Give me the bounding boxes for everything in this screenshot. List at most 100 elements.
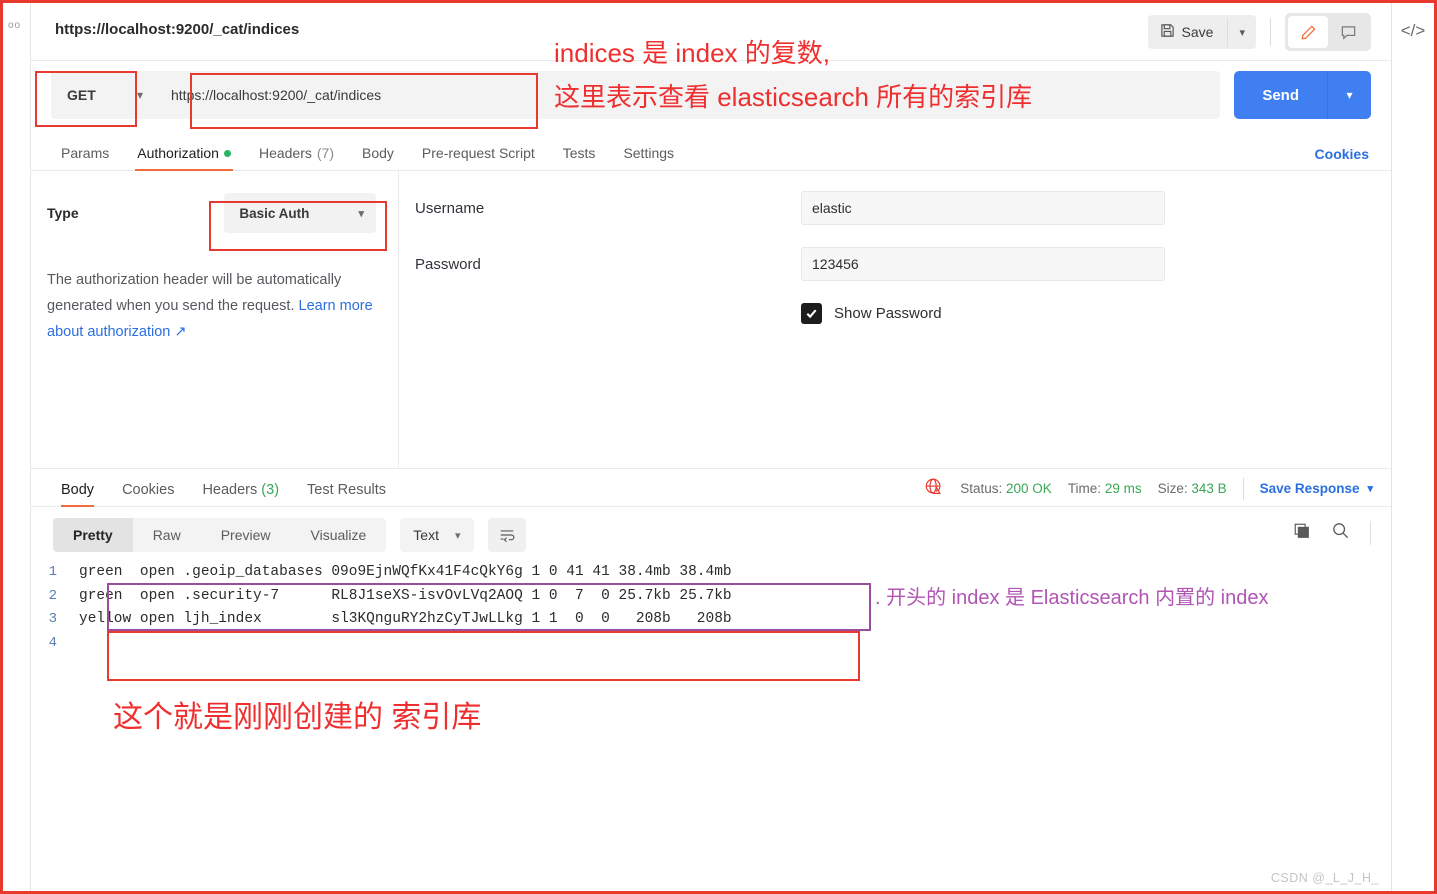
postman-window: oo </> https://localhost:9200/_cat/indic… bbox=[0, 0, 1437, 894]
annotation-indices-plural-line1: indices 是 index 的复数, bbox=[554, 38, 830, 68]
search-icon[interactable] bbox=[1331, 521, 1350, 545]
tab-label: Tests bbox=[562, 145, 596, 161]
size-label: Size: bbox=[1157, 481, 1188, 496]
tab-label: Settings bbox=[623, 145, 675, 161]
response-tools bbox=[1293, 521, 1371, 545]
save-group: Save ▾ bbox=[1147, 15, 1256, 49]
username-row: Username bbox=[415, 191, 1363, 225]
external-link-arrow-icon: ↗ bbox=[170, 324, 187, 340]
auth-credentials-column: Username Password Show Password bbox=[399, 171, 1391, 468]
chevron-down-icon: ▾ bbox=[136, 88, 143, 102]
response-tab-body[interactable]: Body bbox=[53, 482, 108, 507]
save-response-label: Save Response bbox=[1259, 481, 1360, 496]
auth-type-column: Type Basic Auth ▾ The authorization head… bbox=[31, 171, 399, 468]
chevron-down-icon: ▾ bbox=[454, 529, 461, 542]
tab-params[interactable]: Params bbox=[47, 145, 123, 170]
tab-settings[interactable]: Settings bbox=[609, 145, 688, 170]
auth-type-select[interactable]: Basic Auth ▾ bbox=[224, 193, 376, 233]
save-response-button[interactable]: Save Response ▾ bbox=[1260, 481, 1373, 496]
tab-headers[interactable]: Headers (7) bbox=[245, 145, 348, 170]
tools-divider bbox=[1370, 521, 1371, 545]
floppy-disk-icon bbox=[1160, 23, 1175, 41]
save-label: Save bbox=[1181, 24, 1214, 40]
auth-type-value: Basic Auth bbox=[239, 205, 310, 221]
save-dropdown-chevron-down-icon[interactable]: ▾ bbox=[1227, 17, 1256, 47]
response-view-toolbar: Pretty Raw Preview Visualize Text ▾ bbox=[31, 507, 1391, 555]
auth-description-text: The authorization header will be automat… bbox=[47, 272, 342, 314]
tab-label: Authorization bbox=[137, 145, 219, 161]
tab-authorization[interactable]: Authorization bbox=[123, 145, 245, 171]
pencil-icon[interactable] bbox=[1288, 16, 1328, 48]
status-label: Status: bbox=[960, 481, 1003, 496]
page-title: https://localhost:9200/_cat/indices bbox=[55, 21, 300, 38]
tab-label: Body bbox=[362, 145, 394, 161]
watermark: CSDN @_L_J_H_ bbox=[1270, 871, 1379, 885]
tab-body[interactable]: Body bbox=[348, 145, 408, 170]
auth-type-label: Type bbox=[47, 205, 79, 221]
send-dropdown-chevron-down-icon[interactable]: ▾ bbox=[1327, 71, 1371, 119]
response-tab-headers[interactable]: Headers (3) bbox=[188, 482, 293, 506]
globe-warning-icon[interactable] bbox=[924, 477, 944, 500]
drag-handle-dots[interactable]: oo bbox=[8, 21, 21, 31]
annotation-indices-plural-line2: 这里表示查看 elasticsearch 所有的索引库 bbox=[554, 82, 1033, 112]
line-number: 2 bbox=[48, 587, 57, 604]
line-number: 3 bbox=[48, 611, 57, 627]
comment-icon[interactable] bbox=[1328, 16, 1368, 48]
password-row: Password bbox=[415, 247, 1363, 281]
view-mode-preview[interactable]: Preview bbox=[201, 518, 291, 552]
response-format-select[interactable]: Text ▾ bbox=[400, 518, 474, 552]
right-rail: </> bbox=[1391, 3, 1434, 891]
authorization-panel: Type Basic Auth ▾ The authorization head… bbox=[31, 171, 1391, 469]
line-number: 1 bbox=[48, 564, 57, 580]
response-tabs: Body Cookies Headers (3) Test Results St… bbox=[31, 469, 1391, 507]
response-tab-cookies[interactable]: Cookies bbox=[108, 482, 188, 506]
main-panel: https://localhost:9200/_cat/indices Save bbox=[31, 3, 1391, 891]
code-brackets-icon[interactable]: </> bbox=[1401, 21, 1426, 41]
show-password-row: Show Password bbox=[801, 303, 1363, 324]
tab-pre-request-script[interactable]: Pre-request Script bbox=[408, 145, 549, 170]
view-mode-segmented: Pretty Raw Preview Visualize bbox=[53, 518, 387, 552]
chevron-down-icon: ▾ bbox=[358, 207, 364, 220]
view-mode-visualize[interactable]: Visualize bbox=[291, 518, 387, 552]
tab-tests[interactable]: Tests bbox=[549, 145, 610, 170]
time-info: Time: 29 ms bbox=[1068, 481, 1142, 496]
view-mode-raw[interactable]: Raw bbox=[133, 518, 201, 552]
auth-description: The authorization header will be automat… bbox=[47, 267, 376, 345]
line-number: 4 bbox=[48, 634, 57, 651]
show-password-checkbox[interactable] bbox=[801, 303, 822, 324]
method-select[interactable]: GET ▾ bbox=[51, 71, 155, 119]
annotation-created-index-note: 这个就是刚刚创建的 索引库 bbox=[113, 701, 482, 734]
cookies-link[interactable]: Cookies bbox=[1315, 146, 1369, 162]
header-divider bbox=[1270, 18, 1271, 46]
password-label: Password bbox=[415, 255, 481, 273]
method-label: GET bbox=[67, 87, 96, 103]
status-dot-icon bbox=[223, 149, 231, 157]
status-info: Status: 200 OK bbox=[960, 481, 1052, 496]
tab-badge: (7) bbox=[316, 145, 334, 161]
header-actions: Save ▾ bbox=[1147, 13, 1371, 51]
response-tab-test-results[interactable]: Test Results bbox=[293, 482, 400, 506]
username-input[interactable] bbox=[801, 191, 1165, 225]
tab-label: Headers bbox=[258, 145, 312, 161]
response-body-text[interactable]: green open .geoip_databases 09o9EjnWQfKx… bbox=[69, 561, 732, 655]
time-label: Time: bbox=[1067, 481, 1102, 496]
body-line: green open .security-7 RL8J1seXS-isvOvLV… bbox=[79, 587, 732, 604]
username-label: Username bbox=[415, 199, 485, 217]
copy-icon[interactable] bbox=[1293, 522, 1311, 545]
password-input[interactable] bbox=[801, 247, 1165, 281]
tab-label: Pre-request Script bbox=[421, 145, 535, 161]
view-mode-pretty[interactable]: Pretty bbox=[53, 518, 133, 552]
line-number-gutter: 1 2 3 4 bbox=[31, 561, 69, 655]
status-value: 200 OK bbox=[1006, 481, 1052, 496]
save-button[interactable]: Save bbox=[1148, 15, 1228, 49]
wrap-lines-icon[interactable] bbox=[487, 518, 526, 552]
chevron-down-icon: ▾ bbox=[1367, 483, 1373, 495]
body-line: yellow open ljh_index sl3KQnguRY2hzCyTJw… bbox=[79, 611, 732, 627]
format-value: Text bbox=[413, 527, 439, 543]
tab-label: Params bbox=[61, 145, 110, 161]
time-value: 29 ms bbox=[1104, 481, 1142, 496]
request-tabs: Params Authorization Headers (7) Body Pr… bbox=[31, 135, 1391, 171]
auth-type-row: Type Basic Auth ▾ bbox=[47, 193, 376, 233]
send-button[interactable]: Send bbox=[1234, 71, 1327, 119]
tab-label: Headers bbox=[202, 482, 258, 498]
